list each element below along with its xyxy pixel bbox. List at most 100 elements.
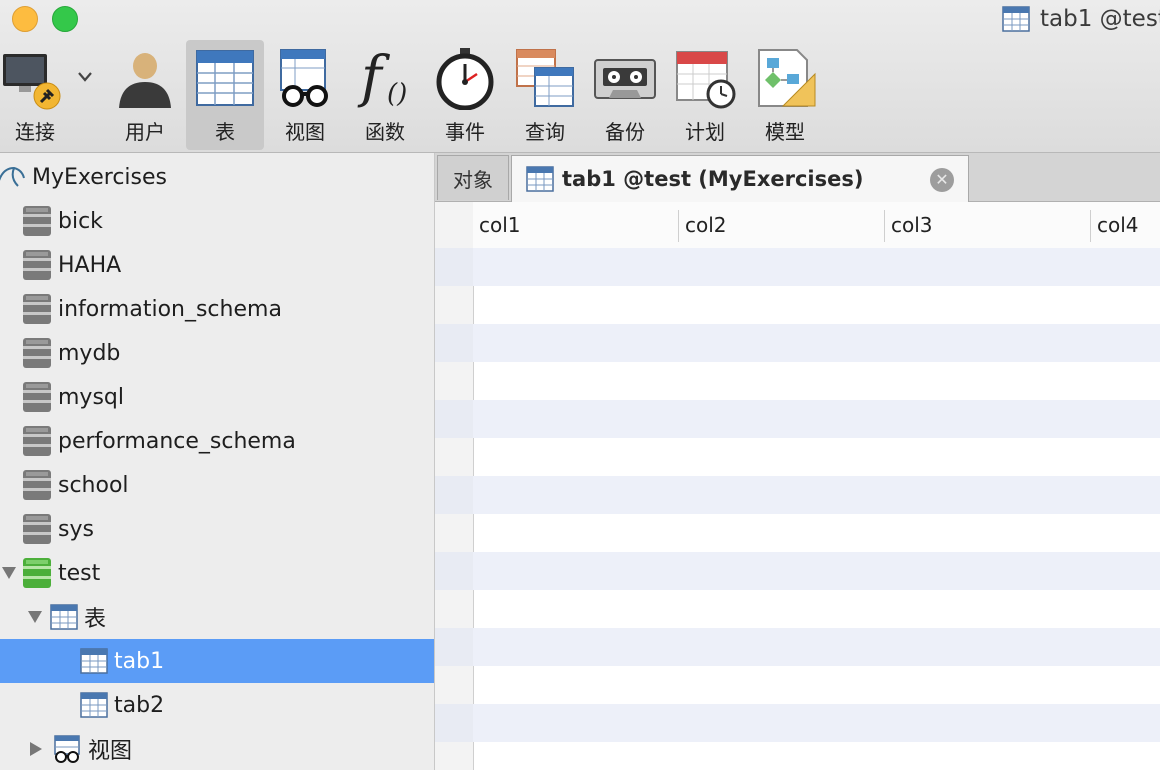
tab-bar: 对象 tab1 @test (MyExercises) ✕ <box>435 153 1160 202</box>
column-header-label: col4 <box>1097 213 1139 237</box>
toolbar-view-button[interactable]: 视图 <box>266 40 344 150</box>
model-diagram-icon <box>758 49 816 107</box>
data-grid[interactable]: col1 col2 col3 col4 <box>435 202 1160 770</box>
tree-item-label: 视图 <box>88 739 133 764</box>
mysql-dolphin-icon <box>0 164 26 190</box>
table-icon <box>80 648 108 674</box>
toolbar-label: 连接 <box>15 120 55 144</box>
row-number-cell[interactable] <box>435 324 473 362</box>
minimize-button[interactable] <box>12 6 38 32</box>
column-header-col1[interactable]: col1 <box>473 202 679 248</box>
row-number-gutter <box>435 202 474 770</box>
database-icon <box>22 249 52 281</box>
column-header-col2[interactable]: col2 <box>679 202 885 248</box>
database-icon <box>22 425 52 457</box>
tree-item-label: performance_schema <box>58 428 296 454</box>
connection-icon <box>3 54 61 110</box>
toolbar-model-button[interactable]: 模型 <box>746 40 824 150</box>
tab-label: tab1 @test (MyExercises) <box>562 167 864 191</box>
tree-item-table-selected[interactable]: tab1 <box>0 639 434 683</box>
chevron-down-icon[interactable] <box>76 70 94 84</box>
tab-label: 对象 <box>453 167 493 192</box>
table-icon <box>196 50 254 106</box>
database-icon <box>22 381 52 413</box>
row-number-cell[interactable] <box>435 552 473 590</box>
toolbar-query-button[interactable]: 查询 <box>506 40 584 150</box>
table-row[interactable] <box>473 324 1160 362</box>
table-icon <box>526 166 554 192</box>
toolbar-schedule-button[interactable]: 计划 <box>666 40 744 150</box>
toolbar-label: 计划 <box>685 120 725 144</box>
disclosure-triangle-closed-icon[interactable] <box>30 742 42 756</box>
toolbar-user-button[interactable]: 用户 <box>106 40 184 150</box>
object-tree-sidebar[interactable]: MyExercises bick HAHA information_schema… <box>0 153 435 770</box>
toolbar-function-button[interactable]: f () 函数 <box>346 40 424 150</box>
toolbar-backup-button[interactable]: 备份 <box>586 40 664 150</box>
tree-item-database[interactable]: school <box>0 463 434 507</box>
tree-item-database[interactable]: information_schema <box>0 287 434 331</box>
close-tab-icon[interactable]: ✕ <box>930 168 954 192</box>
row-number-cell[interactable] <box>435 628 473 666</box>
column-header-col3[interactable]: col3 <box>885 202 1091 248</box>
toolbar-label: 事件 <box>445 120 485 144</box>
toolbar-label: 查询 <box>525 120 565 144</box>
tab-table-editor[interactable]: tab1 @test (MyExercises) ✕ <box>511 155 969 202</box>
table-row[interactable] <box>473 628 1160 666</box>
disclosure-triangle-open-icon[interactable] <box>2 567 16 579</box>
tree-item-database[interactable]: performance_schema <box>0 419 434 463</box>
tree-group-views[interactable]: 视图 <box>0 727 434 770</box>
window-title-area: tab1 @test <box>1002 4 1160 34</box>
tree-item-database[interactable]: sys <box>0 507 434 551</box>
tree-item-database-open[interactable]: test <box>0 551 434 595</box>
window-title: tab1 @test <box>1040 6 1160 32</box>
table-row[interactable] <box>473 362 1160 400</box>
column-header-label: col1 <box>479 213 521 237</box>
tree-item-label: bick <box>58 208 103 234</box>
tree-item-database[interactable]: HAHA <box>0 243 434 287</box>
table-row[interactable] <box>473 590 1160 628</box>
table-row[interactable] <box>473 286 1160 324</box>
table-row[interactable] <box>473 476 1160 514</box>
tree-item-database[interactable]: mysql <box>0 375 434 419</box>
row-number-cell[interactable] <box>435 704 473 742</box>
table-row[interactable] <box>473 666 1160 704</box>
tree-group-tables[interactable]: 表 <box>0 595 434 639</box>
toolbar-connection-button[interactable]: 连接 <box>0 40 74 150</box>
row-number-cell[interactable] <box>435 248 473 286</box>
toolbar-event-button[interactable]: 事件 <box>426 40 504 150</box>
grid-header: col1 col2 col3 col4 <box>473 202 1160 249</box>
toolbar-label: 函数 <box>365 120 405 144</box>
tree-item-table[interactable]: tab2 <box>0 683 434 727</box>
tree-item-label: school <box>58 472 129 498</box>
disclosure-triangle-open-icon[interactable] <box>28 611 42 623</box>
database-icon <box>22 337 52 369</box>
tree-item-label: mysql <box>58 384 124 410</box>
zoom-button[interactable] <box>52 6 78 32</box>
toolbar-label: 表 <box>215 120 235 144</box>
table-row[interactable] <box>473 704 1160 742</box>
table-row[interactable] <box>473 400 1160 438</box>
table-row[interactable] <box>473 742 1160 770</box>
tree-item-label: 表 <box>84 607 107 632</box>
table-row[interactable] <box>473 248 1160 286</box>
table-icon <box>50 604 78 630</box>
tree-item-database[interactable]: bick <box>0 199 434 243</box>
column-header-label: col3 <box>891 213 933 237</box>
database-icon <box>22 513 52 545</box>
table-icon <box>1002 6 1030 32</box>
tree-item-database[interactable]: mydb <box>0 331 434 375</box>
table-row[interactable] <box>473 438 1160 476</box>
table-row[interactable] <box>473 514 1160 552</box>
table-row[interactable] <box>473 552 1160 590</box>
database-open-icon <box>22 557 52 589</box>
row-number-cell[interactable] <box>435 400 473 438</box>
toolbar-table-button[interactable]: 表 <box>186 40 264 150</box>
table-icon <box>80 692 108 718</box>
tree-item-connection[interactable]: MyExercises <box>0 155 434 199</box>
row-number-cell[interactable] <box>435 476 473 514</box>
window-toolbar: tab1 @test 连接 用户 表 视图 f () 函数 事件 查询 备份 计… <box>0 0 1160 153</box>
toolbar-label: 备份 <box>605 120 645 144</box>
database-icon <box>22 469 52 501</box>
tab-objects[interactable]: 对象 <box>437 155 509 200</box>
column-header-col4[interactable]: col4 <box>1091 202 1160 248</box>
